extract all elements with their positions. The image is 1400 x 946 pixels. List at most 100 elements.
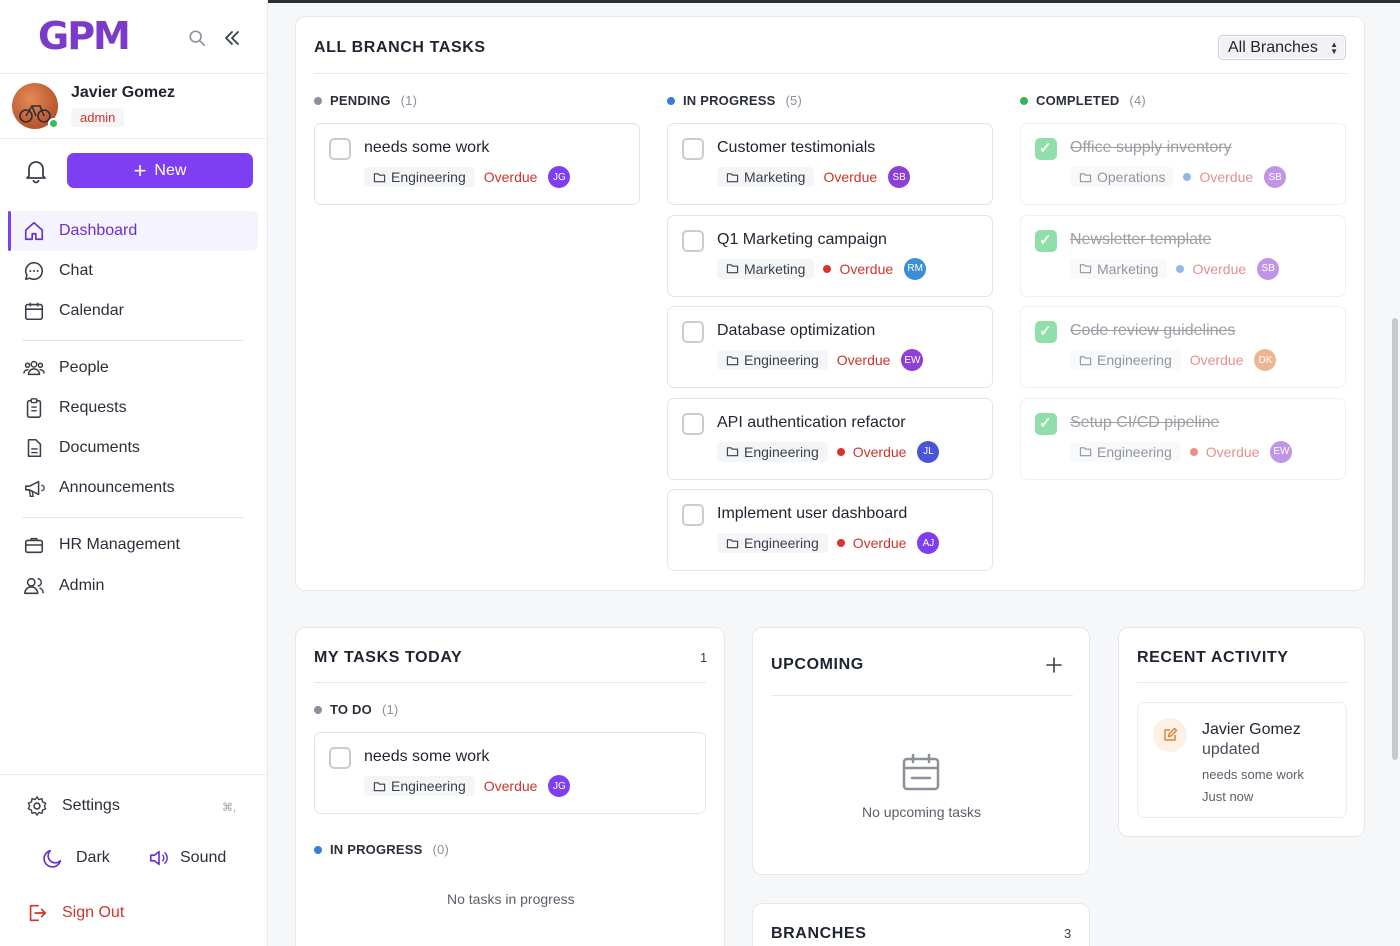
status-label: Overdue bbox=[1199, 169, 1254, 185]
overdue-status: Overdue bbox=[484, 778, 538, 794]
folder-icon bbox=[1079, 264, 1092, 274]
card-title: MY TASKS TODAY bbox=[314, 649, 463, 666]
task-checkbox[interactable] bbox=[682, 138, 704, 160]
assignee-avatar[interactable]: JL bbox=[917, 440, 940, 463]
department-tag: Marketing bbox=[717, 258, 815, 279]
activity-item[interactable]: Javier Gomez updated needs some work Jus… bbox=[1137, 702, 1347, 818]
task-card[interactable]: API authentication refactor Engineering Ov… bbox=[667, 397, 993, 480]
task-card[interactable]: needs some work Engineering Overdue JG bbox=[314, 123, 640, 205]
task-card[interactable]: Office supply inventory Operations Overdue… bbox=[1020, 123, 1346, 205]
overdue-dot bbox=[836, 539, 845, 548]
task-checkbox[interactable] bbox=[329, 747, 351, 769]
sidebar-item-label: Announcements bbox=[59, 479, 175, 496]
add-upcoming-plus-icon[interactable] bbox=[1045, 656, 1063, 674]
bell-icon[interactable] bbox=[24, 158, 48, 184]
new-button[interactable]: + New bbox=[67, 153, 253, 188]
activity-user: Javier Gomez bbox=[1202, 721, 1301, 738]
overdue-status: Overdue bbox=[484, 169, 538, 185]
megaphone-icon bbox=[24, 480, 45, 497]
briefcase-icon bbox=[24, 537, 44, 554]
overdue-status: Overdue bbox=[823, 261, 893, 277]
status-dot bbox=[314, 845, 322, 854]
task-card[interactable]: Code review guidelines Engineering Overdue… bbox=[1020, 306, 1346, 389]
task-checkbox[interactable] bbox=[682, 504, 704, 527]
assignee-avatar[interactable]: RM bbox=[904, 257, 927, 280]
nav-divider bbox=[22, 517, 244, 518]
folder-icon bbox=[726, 539, 739, 549]
app-logo: GPM bbox=[38, 14, 131, 58]
dark-mode-toggle[interactable]: Dark bbox=[42, 847, 110, 869]
sign-out-button[interactable]: Sign Out bbox=[26, 902, 124, 924]
sidebar-item-admin[interactable]: Admin bbox=[10, 566, 258, 606]
status-dot bbox=[667, 96, 675, 105]
task-card[interactable]: needs some work Engineering Overdue JG bbox=[314, 732, 706, 814]
sidebar-item-dashboard[interactable]: Dashboard bbox=[8, 211, 258, 251]
task-checkbox[interactable] bbox=[329, 138, 351, 160]
folder-icon bbox=[1079, 447, 1092, 457]
task-checkbox[interactable] bbox=[1035, 412, 1057, 435]
department-tag: Operations bbox=[1070, 167, 1175, 187]
column-header: PENDING (1) bbox=[314, 93, 417, 108]
task-title: Setup CI/CD pipeline bbox=[1070, 413, 1220, 431]
status-label: Overdue bbox=[483, 169, 538, 185]
folder-icon bbox=[373, 781, 386, 791]
sidebar-item-chat[interactable]: Chat bbox=[10, 251, 258, 291]
assignee-avatar[interactable]: SB bbox=[888, 166, 911, 188]
task-checkbox[interactable] bbox=[1035, 321, 1057, 344]
sidebar-item-calendar[interactable]: Calendar bbox=[10, 291, 258, 331]
status-label: Overdue bbox=[852, 535, 907, 552]
task-checkbox[interactable] bbox=[1035, 138, 1057, 160]
task-card[interactable]: Database optimization Engineering Overdue E… bbox=[667, 306, 993, 389]
task-card[interactable]: Q1 Marketing campaign Marketing Overdue RM bbox=[667, 214, 993, 297]
column-count: (1) bbox=[400, 93, 418, 108]
activity-time: Just now bbox=[1202, 789, 1254, 804]
search-icon[interactable] bbox=[188, 29, 206, 47]
user-role-badge: admin bbox=[71, 108, 125, 127]
assignee-avatar[interactable]: DK bbox=[1254, 349, 1277, 372]
assignee-avatar[interactable]: SB bbox=[1257, 257, 1280, 280]
card-divider bbox=[314, 73, 1347, 74]
assignee-avatar[interactable]: SB bbox=[1264, 166, 1287, 188]
column-label: TO DO bbox=[330, 702, 372, 717]
assignee-avatar[interactable]: JG bbox=[548, 775, 571, 797]
task-checkbox[interactable] bbox=[1035, 229, 1057, 252]
page-scrollbar[interactable] bbox=[1392, 318, 1398, 760]
settings-button[interactable]: Settings bbox=[26, 795, 120, 817]
sound-toggle[interactable]: Sound bbox=[148, 847, 226, 869]
task-meta: Marketing Overdue SB bbox=[1070, 257, 1280, 280]
status-dot bbox=[314, 96, 322, 105]
sidebar-item-label: HR Management bbox=[59, 536, 180, 553]
column-header: IN PROGRESS (5) bbox=[667, 93, 802, 108]
theme-label: Dark bbox=[76, 849, 110, 866]
task-checkbox[interactable] bbox=[682, 321, 704, 344]
all-branch-tasks-card: ALL BRANCH TASKS All Branches ▲ ▼ PENDING… bbox=[295, 16, 1365, 591]
assignee-avatar[interactable]: EW bbox=[901, 349, 924, 372]
sidebar-item-requests[interactable]: Requests bbox=[10, 388, 258, 428]
branch-filter-select[interactable]: All Branches ▲ ▼ bbox=[1218, 35, 1346, 60]
recent-activity-card: RECENT ACTIVITY Javier Gomez updated nee… bbox=[1118, 627, 1365, 837]
overdue-status: Overdue bbox=[1189, 444, 1259, 460]
overdue-status: Overdue bbox=[823, 169, 877, 185]
task-checkbox[interactable] bbox=[682, 412, 704, 435]
clipboard-icon bbox=[26, 398, 42, 418]
task-checkbox[interactable] bbox=[682, 229, 704, 252]
status-label: Overdue bbox=[823, 169, 878, 185]
empty-state-text: No tasks in progress bbox=[447, 891, 575, 907]
column-count: (5) bbox=[785, 93, 802, 108]
task-card[interactable]: Implement user dashboard Engineering Overd… bbox=[667, 489, 993, 572]
task-card[interactable]: Setup CI/CD pipeline Engineering Overdue EW bbox=[1020, 397, 1346, 480]
collapse-sidebar-icon[interactable] bbox=[222, 28, 242, 48]
sidebar-item-hr-management[interactable]: HR Management bbox=[10, 525, 258, 565]
assignee-avatar[interactable]: AJ bbox=[917, 532, 940, 555]
sidebar-item-documents[interactable]: Documents bbox=[10, 428, 258, 468]
task-card[interactable]: Newsletter template Marketing Overdue SB bbox=[1020, 214, 1346, 297]
status-label: Overdue bbox=[1189, 352, 1244, 369]
sidebar-item-people[interactable]: People bbox=[10, 348, 258, 388]
task-card[interactable]: Customer testimonials Marketing Overdue SB bbox=[667, 123, 993, 205]
sidebar-item-announcements[interactable]: Announcements bbox=[10, 468, 258, 508]
folder-icon bbox=[726, 172, 739, 182]
sidebar-item-label: Admin bbox=[59, 577, 105, 594]
assignee-avatar[interactable]: JG bbox=[548, 166, 571, 188]
assignee-avatar[interactable]: EW bbox=[1270, 440, 1293, 463]
settings-shortcut: ⌘, bbox=[222, 802, 237, 814]
